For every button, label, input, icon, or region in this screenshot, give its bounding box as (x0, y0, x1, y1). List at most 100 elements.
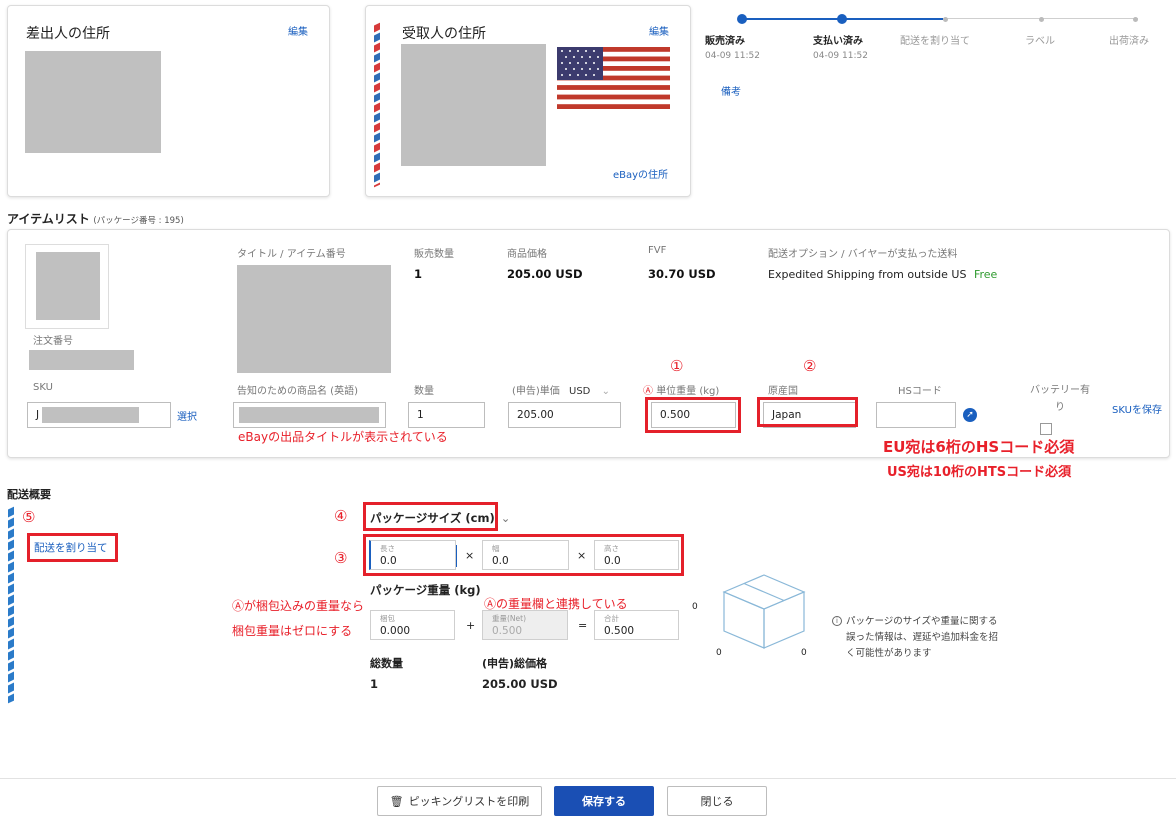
annotation-title-shown: eBayの出品タイトルが表示されている (238, 430, 448, 444)
step-dot-label (1039, 17, 1044, 22)
unit-price-label-row: (申告)単価 USD ⌄ (512, 382, 610, 397)
footer-divider (0, 778, 1176, 779)
receiver-address-card: 受取人の住所 編集 eBayの住所 (365, 5, 691, 197)
shipping-service-name: Expedited Shipping from outside US (768, 268, 967, 281)
ebay-address-link[interactable]: eBayの住所 (613, 166, 668, 181)
receiver-title: 受取人の住所 (402, 26, 486, 42)
net-weight-input: 重量(Net) 0.500 (482, 610, 568, 640)
box-dim-top: 0 (692, 602, 698, 612)
customs-name-input[interactable] (233, 402, 386, 428)
highlight-package-dimensions (363, 534, 684, 576)
print-picking-list-button[interactable]: 🗑 ピッキングリストを印刷 (377, 786, 542, 816)
highlight-package-size (363, 502, 498, 531)
price-value: 205.00 USD (507, 267, 583, 281)
annotation-3: ③ (334, 549, 348, 567)
receiver-edit-link[interactable]: 編集 (649, 23, 669, 38)
trash-print-icon: 🗑 (389, 794, 404, 808)
highlight-unit-weight (645, 397, 741, 433)
order-progress: 販売済み 支払い済み 配送を割り当て ラベル 出荷済み 04-09 11:52 … (700, 10, 1170, 100)
battery-checkbox[interactable] (1040, 423, 1052, 435)
step-label-assign: 配送を割り当て (900, 36, 970, 47)
sender-title: 差出人の住所 (26, 26, 110, 42)
note-link[interactable]: 備考 (721, 83, 741, 98)
airmail-stripe (374, 22, 380, 188)
highlight-origin (757, 397, 858, 427)
save-button[interactable]: 保存する (554, 786, 654, 816)
order-number-label: 注文番号 (33, 336, 73, 347)
total-value-value: 205.00 USD (482, 677, 558, 691)
unit-weight-label-row: Ⓐ 単位重量 (kg) (643, 382, 719, 397)
annotation-packing-line1: Ⓐが梱包込みの重量なら (232, 599, 365, 613)
annotation-5: ⑤ (22, 508, 36, 526)
save-sku-link[interactable]: SKUを保存 (1112, 401, 1162, 416)
sku-redacted (42, 407, 139, 423)
header-qty-sold: 販売数量 (414, 249, 454, 260)
unit-price-input[interactable]: 205.00 (508, 402, 621, 428)
item-title-redacted (237, 265, 391, 373)
annotation-us-hts: US宛は10桁のHTSコード必須 (887, 465, 1072, 480)
unit-price-label: (申告)単価 (512, 386, 560, 397)
step-dot-sold (737, 14, 747, 24)
header-price: 商品価格 (507, 249, 547, 260)
compass-icon[interactable]: ➚ (963, 408, 977, 422)
total-weight-label: 合計 (604, 614, 619, 623)
highlight-assign (27, 533, 118, 562)
item-image-redacted (36, 252, 100, 320)
hs-code-input[interactable] (876, 402, 956, 428)
net-weight-label: 重量(Net) (492, 614, 527, 623)
step-dot-paid (837, 14, 847, 24)
packing-weight-label: 梱包 (380, 614, 395, 623)
header-title: タイトル / アイテム番号 (237, 249, 346, 260)
packing-weight-value: 0.000 (380, 625, 411, 637)
annotation-packing-line2: 梱包重量はゼロにする (232, 624, 353, 638)
total-qty-label: 総数量 (370, 657, 403, 670)
currency-select[interactable]: USD (569, 386, 590, 397)
equals-sign: = (578, 619, 588, 632)
chevron-down-icon[interactable]: ⌄ (602, 386, 610, 397)
shipping-fee: Free (973, 268, 998, 281)
step-time-sold: 04-09 11:52 (705, 51, 760, 61)
info-line-2: 誤った情報は、遅延や追加料金を招 (846, 632, 999, 643)
package-info-text: パッケージのサイズや重量に関する 誤った情報は、遅延や追加料金を招 く可能性があ… (846, 614, 998, 662)
shipping-stripe (8, 506, 14, 704)
sku-select-link[interactable]: 選択 (177, 408, 197, 423)
item-list-title: アイテムリスト (7, 212, 90, 226)
progress-line-current (843, 18, 943, 20)
unit-weight-label: 単位重量 (kg) (656, 386, 720, 397)
plus-sign: + (466, 619, 476, 632)
package-number: (パッケージ番号 : 195) (93, 216, 184, 226)
step-label-shipped: 出荷済み (1109, 36, 1149, 47)
annotation-1: ① (670, 357, 684, 375)
progress-line-done (743, 18, 843, 20)
box-dim-right: 0 (801, 648, 807, 658)
customs-name-label: 告知のための商品名 (英語) (237, 386, 358, 397)
shipping-service: Expedited Shipping from outside US Free (768, 268, 997, 281)
total-qty-value: 1 (370, 677, 379, 691)
total-weight-input: 合計 0.500 (594, 610, 679, 640)
close-button[interactable]: 閉じる (667, 786, 767, 816)
total-value-label: (申告)総価格 (482, 657, 548, 670)
sku-input[interactable]: J (27, 402, 171, 428)
info-line-3: く可能性があります (846, 648, 932, 659)
qty-input[interactable]: 1 (408, 402, 485, 428)
package-box-icon (722, 574, 806, 649)
item-list-card: 注文番号 タイトル / アイテム番号 販売数量 1 商品価格 205.00 US… (7, 229, 1170, 458)
sender-address-card: 差出人の住所 編集 (7, 5, 330, 197)
receiver-address-redacted (401, 44, 546, 166)
annotation-eu-hs: EU宛は6桁のHSコード必須 (883, 438, 1075, 456)
fvf-value: 30.70 USD (648, 267, 716, 281)
battery-label: バッテリー有り (1030, 385, 1090, 413)
chevron-down-icon: ⌄ (500, 511, 511, 525)
step-label-label: ラベル (1025, 36, 1055, 47)
net-weight-value: 0.500 (492, 625, 523, 637)
packing-weight-input[interactable]: 梱包 0.000 (370, 610, 455, 640)
item-image-frame (25, 244, 109, 329)
header-shipping: 配送オプション / バイヤーが支払った送料 (768, 249, 958, 260)
total-weight-value: 0.500 (604, 625, 635, 637)
box-dim-left: 0 (716, 648, 722, 658)
sender-edit-link[interactable]: 編集 (288, 23, 308, 38)
qty-sold-value: 1 (414, 267, 423, 281)
step-dot-shipped (1133, 17, 1138, 22)
us-flag-icon (557, 47, 670, 109)
item-list-heading: アイテムリスト (パッケージ番号 : 195) (7, 210, 184, 227)
